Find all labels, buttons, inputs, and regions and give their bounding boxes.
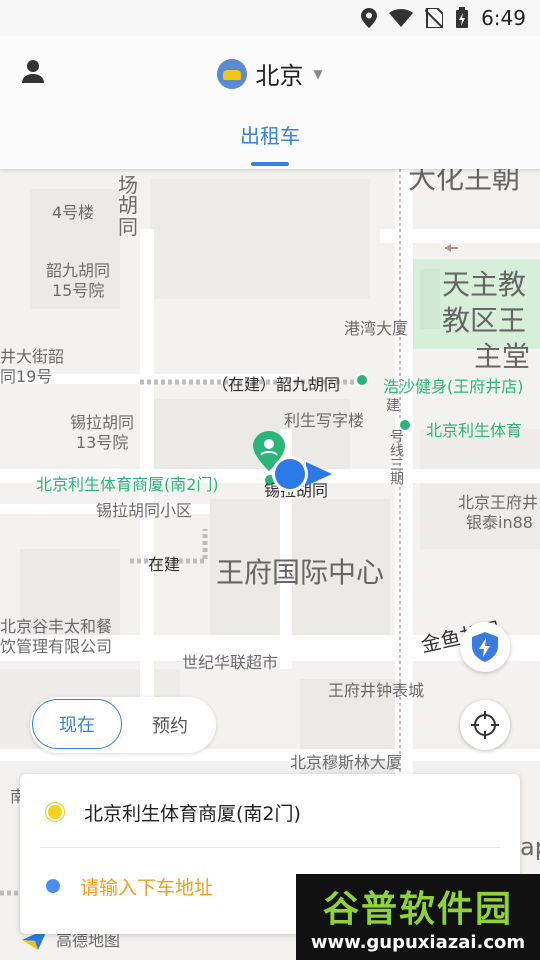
locate-button[interactable] (460, 700, 510, 750)
map-label: 4号楼 (52, 203, 95, 222)
current-location-icon (272, 456, 332, 492)
poi-label[interactable]: 北京利生体育商厦(南2门) (36, 471, 219, 495)
chevron-down-icon: ▼ (313, 66, 323, 81)
tab-indicator (251, 162, 289, 166)
taxi-logo-icon (217, 58, 248, 89)
status-icons: 6:49 (361, 6, 526, 30)
map-label: 世纪华联超市 (182, 653, 279, 672)
map-label: 同19号 (0, 367, 53, 386)
dropoff-dot-icon (46, 879, 60, 893)
divider (40, 847, 500, 848)
tab-taxi[interactable]: 出租车 (0, 120, 540, 149)
watermark: 谷普软件园 www.gupuxiazai.com (296, 874, 540, 960)
watermark-title: 谷普软件园 (322, 889, 513, 930)
time-toggle: 现在 预约 (30, 697, 216, 753)
map-label: 港湾大厦 (344, 319, 409, 338)
city-selector[interactable]: 北京 ▼ (0, 56, 540, 91)
battery-charging-icon (456, 7, 469, 28)
shield-bolt-icon (472, 632, 498, 662)
app-header: 北京 ▼ 出租车 (0, 36, 540, 169)
status-bar: 6:49 (0, 0, 540, 36)
city-name: 北京 (255, 62, 304, 90)
poi-label[interactable]: 浩沙健身(王府井店) (383, 373, 524, 397)
locate-crosshair-icon (471, 711, 499, 739)
map-label: 建 (386, 398, 400, 414)
map-label: 天主教 (442, 268, 527, 301)
watermark-url: www.gupuxiazai.com (310, 932, 526, 953)
no-sim-icon (425, 8, 444, 28)
map-label: （在建）韶九胡同 (212, 375, 341, 394)
pickup-dot-icon (46, 803, 64, 821)
map-label: 主堂 (474, 340, 531, 373)
map-label: 同 (118, 215, 138, 239)
map-label: 北京穆斯林大厦 (290, 753, 403, 772)
map-label: 利生写字楼 (284, 411, 365, 430)
map-label: 饮管理有限公司 (0, 637, 113, 656)
map-label: 号线三期 (388, 429, 404, 485)
map-label: 大化王朝 (408, 169, 521, 195)
dropoff-input[interactable]: 请输入下车地址 (80, 873, 213, 900)
map-label: 15号院 (52, 281, 105, 300)
status-time: 6:49 (481, 6, 526, 30)
map-label: 13号院 (76, 433, 129, 452)
map-label: 银泰in88 (466, 513, 533, 532)
toggle-now[interactable]: 现在 (32, 699, 122, 749)
map-label: 王府国际中心 (216, 556, 385, 589)
pickup-row[interactable]: 北京利生体育商厦(南2门) (20, 776, 520, 848)
map-label: 教区王 (442, 304, 527, 337)
map-label: ap (520, 833, 540, 861)
map-label: 王府井钟表城 (328, 681, 425, 700)
safety-shield-button[interactable] (460, 622, 510, 672)
map-label: 锡拉胡同小区 (96, 501, 193, 520)
location-icon (361, 8, 378, 28)
toggle-reserve[interactable]: 预约 (126, 699, 214, 751)
wifi-icon (389, 9, 414, 27)
pickup-address: 北京利生体育商厦(南2门) (84, 802, 301, 825)
map-label: 在建 (148, 555, 181, 574)
poi-label[interactable]: 北京利生体育 (426, 417, 522, 441)
